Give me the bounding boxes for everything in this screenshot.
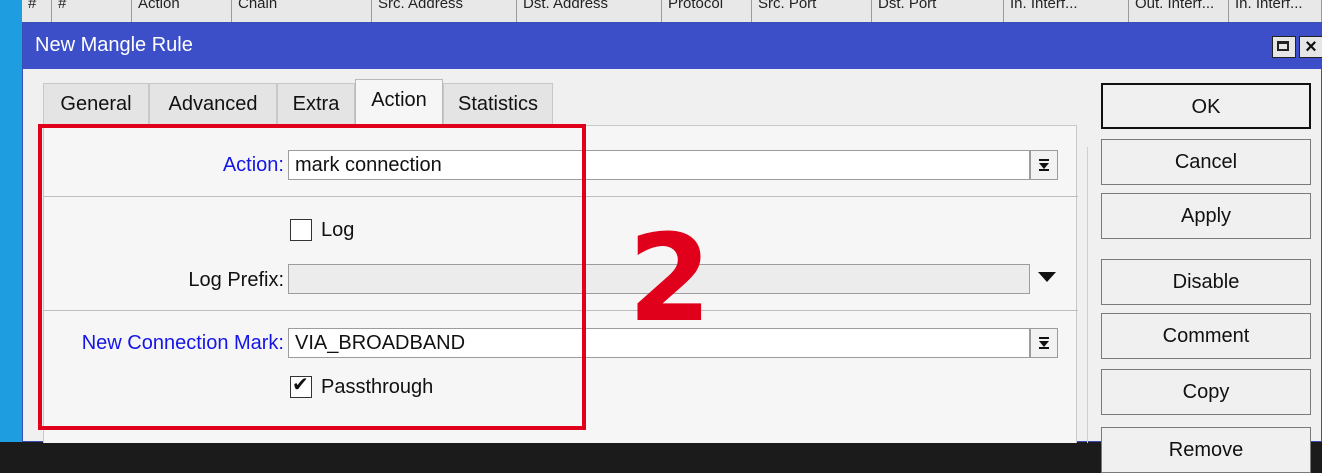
title-bar[interactable]: New Mangle Rule × [23,23,1322,69]
bg-column-header: # [22,0,52,22]
comment-button[interactable]: Comment [1101,313,1311,359]
bg-column-header: Action [132,0,232,22]
close-icon[interactable]: × [1299,36,1322,58]
button-column-divider [1087,147,1088,443]
new-connection-mark-dropdown-button[interactable] [1030,328,1058,358]
copy-button[interactable]: Copy [1101,369,1311,415]
tab-extra[interactable]: Extra [277,83,355,125]
tab-action[interactable]: Action [355,79,443,125]
bg-column-header: Chain [232,0,372,22]
window-title: New Mangle Rule [35,34,193,56]
bg-column-header: In. Interf... [1229,0,1322,22]
bg-column-header: Src. Port [752,0,872,22]
log-prefix-dropdown-icon[interactable] [1038,272,1058,286]
bg-column-header: Out. Interf... [1129,0,1229,22]
apply-button[interactable]: Apply [1101,193,1311,239]
remove-button[interactable]: Remove [1101,427,1311,473]
maximize-icon[interactable] [1272,36,1296,58]
tab-advanced[interactable]: Advanced [149,83,277,125]
dropdown-arrow-icon [1039,337,1049,349]
tab-general[interactable]: General [43,83,149,125]
action-dropdown-button[interactable] [1030,150,1058,180]
bg-column-header: # [52,0,132,22]
step-number-text: 2 [628,222,708,332]
tab-statistics[interactable]: Statistics [443,83,553,125]
bg-column-header: Dst. Port [872,0,1004,22]
disable-button[interactable]: Disable [1101,259,1311,305]
bg-column-header: In. Interf... [1004,0,1129,22]
background-list-header: # # Action Chain Src. Address Dst. Addre… [22,0,1322,23]
bg-column-header: Src. Address [372,0,517,22]
ok-button[interactable]: OK [1101,83,1311,129]
bg-column-header: Dst. Address [517,0,662,22]
cancel-button[interactable]: Cancel [1101,139,1311,185]
highlight-box [38,124,586,430]
step-number-annotation: 2 [628,222,708,332]
bg-column-header: Protocol [662,0,752,22]
dropdown-arrow-icon [1039,159,1049,171]
